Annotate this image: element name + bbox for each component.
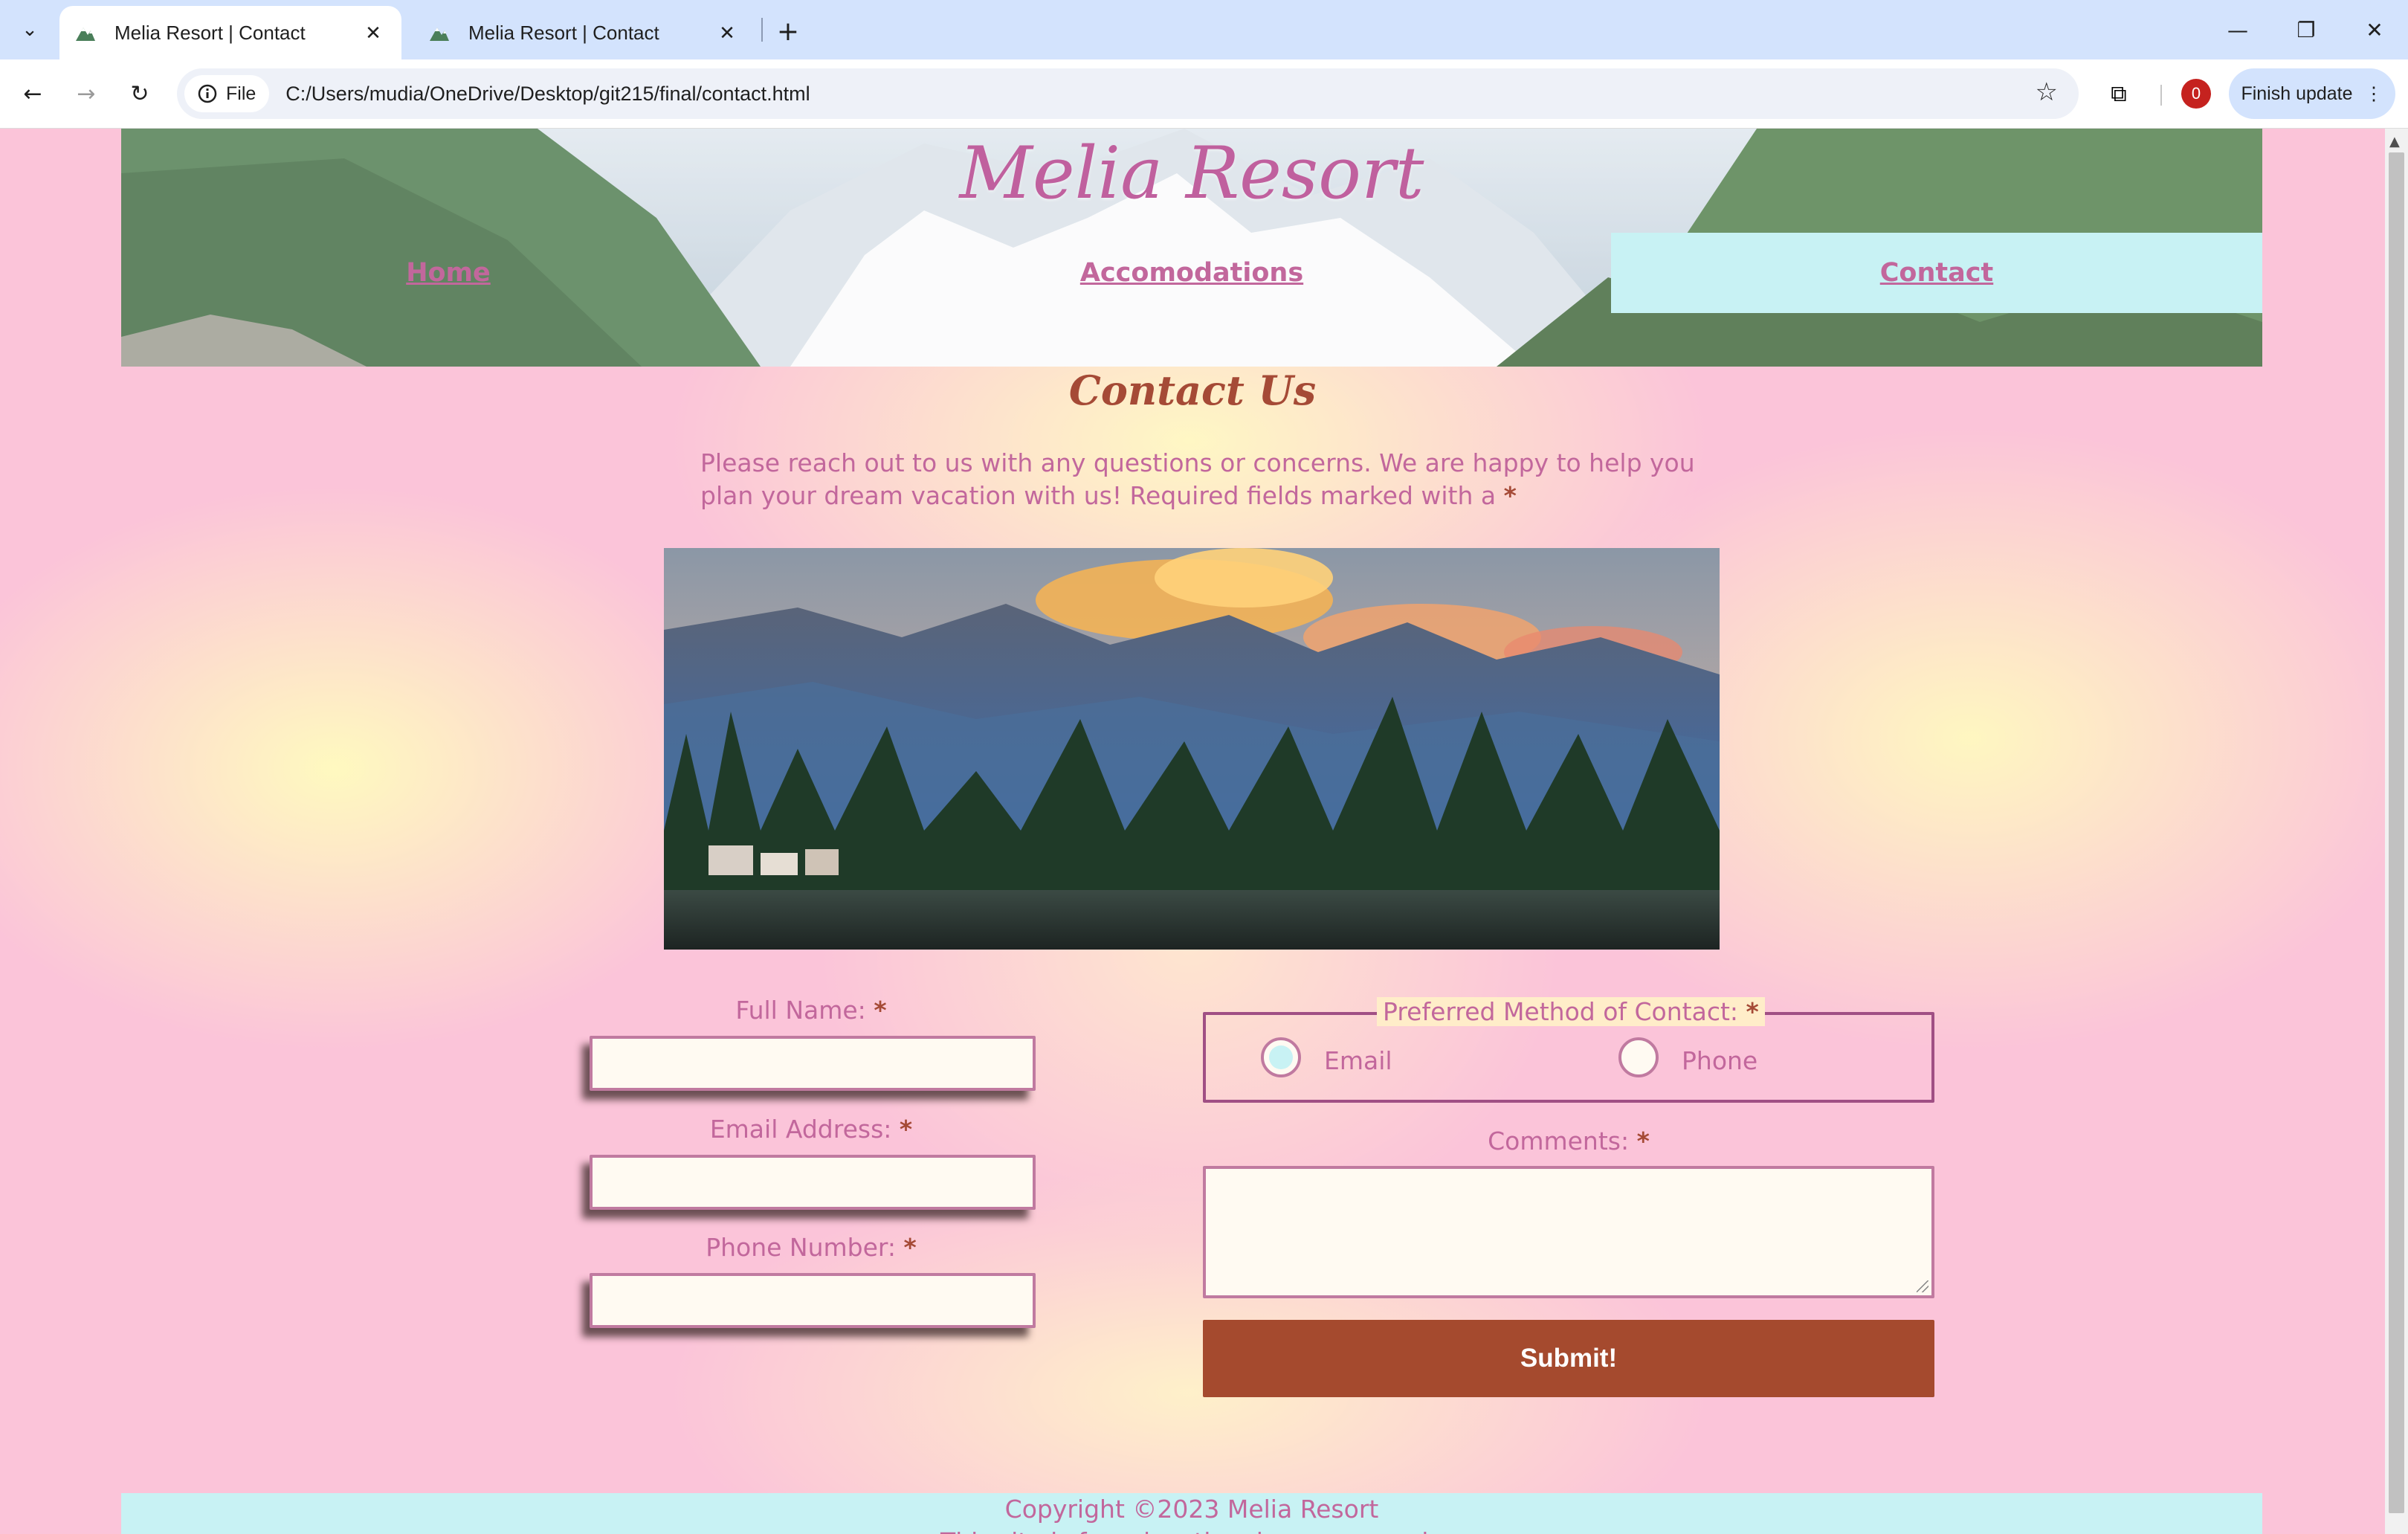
nav-home-link[interactable]: Home <box>121 233 775 313</box>
bookmark-star-icon[interactable]: ☆ <box>2036 77 2058 107</box>
restore-icon[interactable]: ❐ <box>2272 7 2340 52</box>
phone-field[interactable] <box>590 1273 1036 1328</box>
copyright-text: Copyright ©2023 Melia Resort <box>1004 1495 1379 1524</box>
mountain-favicon-icon <box>430 28 449 41</box>
tab-separator <box>761 18 763 42</box>
close-icon[interactable]: ✕ <box>714 19 740 46</box>
email-field[interactable] <box>590 1155 1036 1210</box>
comments-textarea[interactable] <box>1203 1166 1934 1298</box>
tab-active[interactable]: Melia Resort | Contact ✕ <box>59 6 401 59</box>
phone-radio[interactable] <box>1618 1037 1659 1077</box>
page-viewport: Melia Resort Home Accomodations Contact … <box>0 129 2385 1534</box>
phone-number-label: Phone Number: * <box>590 1233 1033 1262</box>
profile-avatar[interactable]: 0 <box>2181 79 2211 109</box>
required-marker: * <box>1746 997 1759 1026</box>
full-name-label-text: Full Name: <box>735 996 866 1025</box>
full-name-field[interactable] <box>590 1036 1036 1091</box>
tab-inactive[interactable]: Melia Resort | Contact ✕ <box>413 6 755 59</box>
required-marker: * <box>1503 481 1517 510</box>
site-info-chip[interactable]: File <box>184 75 270 112</box>
browser-tabstrip: ⌄ Melia Resort | Contact ✕ Melia Resort … <box>0 0 2408 59</box>
contact-method-legend: Preferred Method of Contact: * <box>1377 997 1765 1026</box>
site-title: Melia Resort <box>959 132 1424 215</box>
new-tab-icon[interactable]: + <box>770 13 806 49</box>
site-footer: Copyright ©2023 Melia Resort This site i… <box>121 1493 2262 1534</box>
submit-button[interactable]: Submit! <box>1203 1320 1934 1397</box>
finish-update-label: Finish update <box>2241 83 2353 104</box>
comments-label-text: Comments: <box>1488 1127 1630 1156</box>
address-bar[interactable]: File C:/Users/mudia/OneDrive/Desktop/git… <box>177 68 2079 119</box>
phone-number-label-text: Phone Number: <box>706 1233 897 1262</box>
email-address-label-text: Email Address: <box>709 1115 892 1144</box>
required-marker: * <box>903 1233 917 1262</box>
nav-contact-link[interactable]: Contact <box>1611 233 2262 313</box>
contact-method-legend-text: Preferred Method of Contact: <box>1383 997 1739 1026</box>
scheme-label: File <box>226 83 256 104</box>
required-marker: * <box>899 1115 913 1144</box>
close-icon[interactable]: ✕ <box>360 19 387 46</box>
mountain-favicon-icon <box>76 28 95 41</box>
url-text[interactable]: C:/Users/mudia/OneDrive/Desktop/git215/f… <box>285 83 810 106</box>
nav-accomodations-link[interactable]: Accomodations <box>865 233 1519 313</box>
email-address-label: Email Address: * <box>590 1115 1033 1144</box>
reload-icon[interactable]: ↻ <box>122 76 158 112</box>
scrollbar-thumb[interactable] <box>2389 152 2404 1513</box>
more-vert-icon: ⋮ <box>2364 83 2383 104</box>
full-name-label: Full Name: * <box>590 996 1033 1025</box>
minimize-icon[interactable]: — <box>2204 7 2272 52</box>
intro-text: Please reach out to us with any question… <box>700 447 1734 512</box>
scroll-up-arrow-icon[interactable]: ▲ <box>2389 134 2400 149</box>
phone-radio-label[interactable]: Phone <box>1682 1046 1757 1075</box>
required-marker: * <box>1636 1127 1650 1156</box>
extensions-puzzle-icon[interactable]: ⧉ <box>2101 76 2137 112</box>
required-marker: * <box>874 996 887 1025</box>
lake-mountain-photo <box>664 548 1720 950</box>
forward-arrow-icon[interactable]: → <box>68 76 104 112</box>
intro-body: Please reach out to us with any question… <box>700 448 1695 510</box>
email-radio[interactable] <box>1261 1037 1301 1077</box>
window-close-icon[interactable]: ✕ <box>2340 7 2408 52</box>
email-radio-label[interactable]: Email <box>1324 1046 1392 1075</box>
footer-note: This site is for educational purposes on… <box>121 1526 2262 1534</box>
tab-search-chevron-icon[interactable]: ⌄ <box>12 12 48 48</box>
comments-label: Comments: * <box>1203 1127 1934 1156</box>
finish-update-button[interactable]: Finish update ⋮ <box>2229 68 2395 119</box>
site-header: Melia Resort Home Accomodations Contact <box>121 129 2262 367</box>
back-arrow-icon[interactable]: ← <box>15 76 51 112</box>
page-title: Contact Us <box>1068 367 1317 414</box>
resize-grip-icon[interactable] <box>1917 1280 1928 1292</box>
tab-title: Melia Resort | Contact <box>468 21 659 44</box>
info-icon <box>198 84 217 103</box>
toolbar-divider <box>2160 85 2162 106</box>
tab-title: Melia Resort | Contact <box>114 21 306 44</box>
browser-toolbar: ← → ↻ File C:/Users/mudia/OneDrive/Deskt… <box>0 59 2408 129</box>
